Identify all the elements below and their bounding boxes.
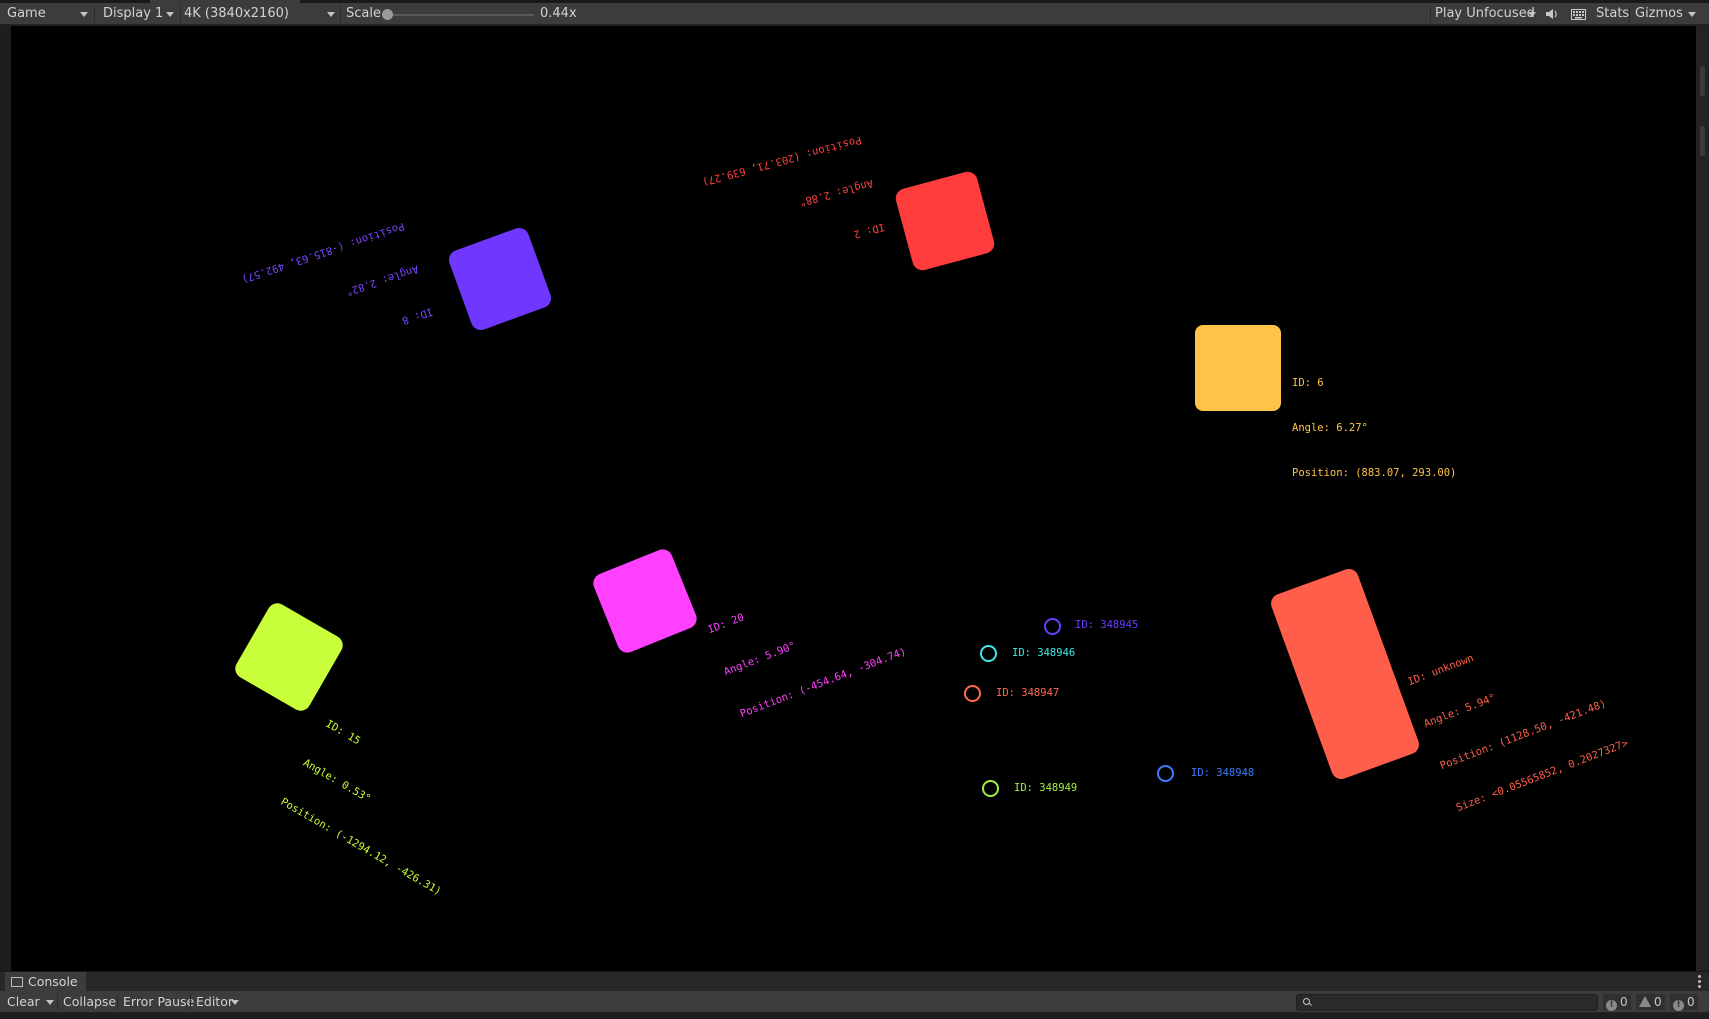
console-toolbar: Clear Collapse Error Pause Editor ! 0 0 !… <box>0 991 1709 1013</box>
box-label: ID: 15 Angle: 0.53° Position: (-1294.12,… <box>263 691 504 926</box>
collapse-toggle[interactable]: Collapse <box>63 991 116 1013</box>
box-position: Position: (203.71, 639.27) <box>700 133 863 188</box>
divider <box>180 6 181 22</box>
box-position: Position: (-1294.12, -426.31) <box>278 795 444 898</box>
view-mode-dropdown[interactable]: Game <box>7 3 46 25</box>
resolution-caret-icon[interactable] <box>327 12 335 17</box>
clear-options-caret-icon[interactable] <box>46 1000 54 1005</box>
box-label: ID: 8 Angle: 2.82° Position: (-815.63, 4… <box>230 189 444 399</box>
divider <box>1430 6 1431 22</box>
divider <box>57 994 58 1010</box>
info-icon: ! <box>1606 1000 1617 1011</box>
error-count-toggle[interactable]: ! 0 <box>1670 994 1698 1011</box>
particle-ring <box>980 645 997 662</box>
play-mode-caret-icon[interactable] <box>1528 12 1536 17</box>
box-label: ID: 6 Angle: 6.27° Position: (883.07, 29… <box>1292 346 1456 511</box>
edge-handle[interactable] <box>1700 126 1705 156</box>
console-icon <box>11 977 23 987</box>
scale-slider-handle[interactable] <box>382 9 393 20</box>
particle-ring <box>1157 765 1174 782</box>
box-id: ID: 6 <box>1292 377 1324 389</box>
kebab-menu-icon[interactable] <box>1698 975 1701 990</box>
box-label: ID: 20 Angle: 5.90° Position: (-454.64, … <box>695 533 919 750</box>
console-tab-bar: Console <box>0 971 1709 991</box>
physics-box <box>231 599 347 715</box>
stats-toggle[interactable]: Stats <box>1596 3 1629 25</box>
editor-caret-icon[interactable] <box>231 1000 239 1005</box>
error-icon: ! <box>1673 1000 1684 1011</box>
clear-button[interactable]: Clear <box>7 991 40 1013</box>
gizmos-dropdown[interactable]: Gizmos <box>1635 3 1683 25</box>
keyboard-shortcuts-icon[interactable] <box>1571 3 1586 25</box>
particle-label: ID: 348947 <box>996 687 1060 699</box>
box-id: ID: 2 <box>852 220 886 241</box>
view-mode-caret-icon[interactable] <box>80 12 88 17</box>
box-id: ID: 15 <box>323 717 363 748</box>
warning-count: 0 <box>1654 995 1662 1009</box>
divider <box>117 994 118 1010</box>
physics-box <box>1268 566 1422 782</box>
edge-handle[interactable] <box>1700 66 1705 96</box>
info-count-toggle[interactable]: ! 0 <box>1603 994 1631 1011</box>
particle-label: ID: 348948 <box>1191 767 1255 779</box>
mute-audio-icon[interactable] <box>1545 3 1559 25</box>
info-count: 0 <box>1620 995 1628 1009</box>
console-tab[interactable]: Console <box>5 972 86 991</box>
display-caret-icon[interactable] <box>166 12 174 17</box>
display-dropdown[interactable]: Display 1 <box>103 3 163 25</box>
play-mode-dropdown[interactable]: Play Unfocused <box>1435 3 1535 25</box>
warning-icon <box>1639 996 1651 1007</box>
box-angle: Angle: 2.88° <box>797 176 875 209</box>
particle-label: ID: 348949 <box>1014 782 1078 794</box>
console-body <box>0 1013 1709 1019</box>
console-tab-label: Console <box>28 974 78 989</box>
box-angle: Angle: 0.53° <box>301 756 373 806</box>
error-count: 0 <box>1687 995 1695 1009</box>
physics-box <box>893 169 997 273</box>
divider <box>1629 6 1630 22</box>
resolution-dropdown[interactable]: 4K (3840x2160) <box>184 3 289 25</box>
scale-value: 0.44x <box>540 6 577 21</box>
particle-ring <box>1044 618 1061 635</box>
particle-ring <box>982 780 999 797</box>
editor-dropdown[interactable]: Editor <box>196 991 233 1013</box>
divider <box>94 6 95 22</box>
physics-box <box>446 225 554 333</box>
physics-box <box>590 546 700 656</box>
box-label: ID: unknown Angle: 5.94° Position: (1128… <box>1395 582 1641 844</box>
scale-label: Scale <box>346 6 381 21</box>
game-viewport[interactable]: ID: 8 Angle: 2.82° Position: (-815.63, 4… <box>11 26 1696 971</box>
warning-count-toggle[interactable]: 0 <box>1636 994 1665 1010</box>
gizmos-caret-icon[interactable] <box>1688 12 1696 17</box>
divider <box>190 994 191 1010</box>
error-pause-toggle[interactable]: Error Pause <box>123 991 194 1013</box>
particle-ring <box>964 685 981 702</box>
physics-box <box>1195 325 1281 411</box>
particle-label: ID: 348945 <box>1075 619 1139 631</box>
box-angle: Angle: 6.27° <box>1292 422 1368 434</box>
particle-label: ID: 348946 <box>1012 647 1076 659</box>
search-icon <box>1303 998 1310 1005</box>
game-toolbar: Game Display 1 4K (3840x2160) Scale 0.44… <box>0 3 1709 25</box>
console-search-input[interactable] <box>1296 994 1598 1011</box>
divider <box>340 6 341 22</box>
right-scroll-edge <box>1696 26 1709 971</box>
box-label: ID: 2 Angle: 2.88° Position: (203.71, 63… <box>693 103 894 305</box>
scale-slider-track[interactable] <box>386 14 534 16</box>
box-position: Position: (883.07, 293.00) <box>1292 467 1457 479</box>
